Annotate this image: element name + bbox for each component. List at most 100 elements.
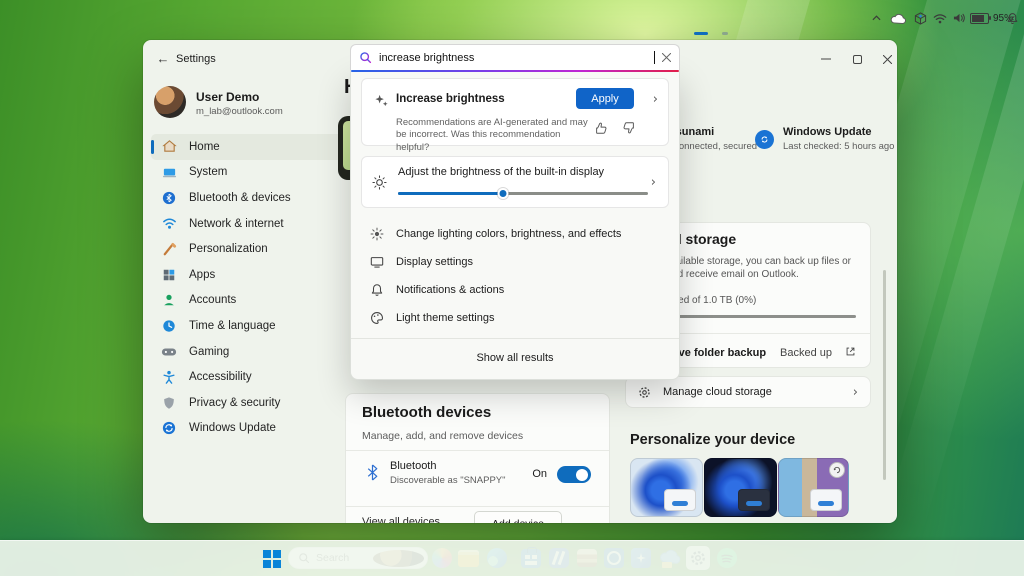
wifi-tray-icon[interactable] xyxy=(931,6,949,30)
windows-update-title: Windows Update xyxy=(783,126,872,138)
clear-search-icon[interactable] xyxy=(662,53,671,62)
maximize-button[interactable] xyxy=(846,50,868,68)
theme-thumbnail-dark[interactable] xyxy=(704,458,777,517)
start-button[interactable] xyxy=(260,547,284,571)
search-icon xyxy=(359,51,372,64)
apply-button[interactable]: Apply xyxy=(576,88,634,109)
tray-chevron-up-icon[interactable] xyxy=(868,6,884,30)
back-button[interactable]: ← xyxy=(153,49,173,69)
sidebar-item-accessibility[interactable]: Accessibility xyxy=(151,364,349,390)
divider xyxy=(351,338,679,339)
wifi-status: Connected, secured xyxy=(672,141,757,152)
slider-result-title: Adjust the brightness of the built-in di… xyxy=(398,166,604,178)
theme-thumbnail-spotlight[interactable] xyxy=(778,458,849,517)
thumbs-up-icon[interactable] xyxy=(594,121,608,135)
brightness-sun-icon xyxy=(372,175,387,190)
volume-tray-icon[interactable] xyxy=(950,6,968,30)
settings-search-input[interactable]: increase brightness xyxy=(350,44,680,70)
manage-cloud-storage-row[interactable]: Manage cloud storage › xyxy=(625,376,871,408)
windows-update-icon xyxy=(161,420,177,436)
profile-email: m_lab@outlook.com xyxy=(196,106,283,117)
sidebar-item-bluetooth-devices[interactable]: Bluetooth & devices xyxy=(151,185,349,211)
external-link-icon[interactable] xyxy=(845,346,856,357)
refresh-badge-icon xyxy=(829,462,845,478)
brightness-slider-card: Adjust the brightness of the built-in di… xyxy=(361,156,669,208)
sidebar-item-label: Privacy & security xyxy=(189,397,280,409)
sidebar-item-label: Time & language xyxy=(189,320,276,332)
scrollbar[interactable] xyxy=(883,270,886,480)
sidebar-item-apps[interactable]: Apps xyxy=(151,262,349,288)
result-lighting[interactable]: Change lighting colors, brightness, and … xyxy=(351,220,679,248)
mini-taskbar xyxy=(664,489,696,511)
bluetooth-subtitle: Manage, add, and remove devices xyxy=(362,430,523,442)
text-caret xyxy=(654,51,655,64)
sidebar-item-system[interactable]: System xyxy=(151,160,349,186)
ai-result-card: Increase brightness Apply › Recommendati… xyxy=(361,78,669,146)
chevron-right-icon[interactable]: › xyxy=(651,175,656,190)
lighting-icon xyxy=(369,227,384,241)
profile-name: User Demo xyxy=(196,90,259,104)
result-notifications[interactable]: Notifications & actions xyxy=(351,276,679,304)
bluetooth-toggle[interactable] xyxy=(557,466,591,483)
sidebar-item-label: Gaming xyxy=(189,346,229,358)
add-device-button[interactable]: Add device xyxy=(474,511,562,523)
view-all-devices-link[interactable]: View all devices xyxy=(362,516,440,523)
result-display-settings[interactable]: Display settings xyxy=(351,248,679,276)
bluetooth-icon xyxy=(366,464,379,481)
privacy-icon xyxy=(161,395,177,411)
theme-thumbnail-light[interactable] xyxy=(630,458,703,517)
sidebar-item-network-internet[interactable]: Network & internet xyxy=(151,211,349,237)
sidebar-item-time-language[interactable]: Time & language xyxy=(151,313,349,339)
display-icon xyxy=(369,255,384,269)
sidebar-item-label: Accessibility xyxy=(189,371,252,383)
divider xyxy=(346,506,609,507)
gaming-icon xyxy=(161,344,177,360)
slider-thumb[interactable] xyxy=(498,188,509,199)
security-tray-icon[interactable] xyxy=(910,6,930,30)
network-icon xyxy=(161,216,177,232)
home-icon xyxy=(161,139,177,155)
windows-logo-icon xyxy=(263,550,281,568)
result-label: Display settings xyxy=(396,256,473,268)
personalization-icon xyxy=(161,241,177,257)
notification-bell-icon[interactable] xyxy=(1002,6,1022,30)
windows-update-icon xyxy=(755,130,774,149)
sidebar-item-privacy-security[interactable]: Privacy & security xyxy=(151,390,349,416)
onedrive-tray-icon[interactable] xyxy=(888,6,908,30)
gear-icon xyxy=(638,386,651,399)
sidebar-item-home[interactable]: Home xyxy=(151,134,349,160)
sidebar-item-label: Accounts xyxy=(189,294,236,306)
sidebar-item-label: System xyxy=(189,166,227,178)
bluetooth-icon xyxy=(161,190,177,206)
avatar[interactable] xyxy=(154,86,186,118)
minimize-button[interactable] xyxy=(815,50,837,68)
sidebar-item-gaming[interactable]: Gaming xyxy=(151,339,349,365)
result-light-theme[interactable]: Light theme settings xyxy=(351,304,679,332)
bell-icon xyxy=(369,283,384,297)
battery-tray-icon[interactable] xyxy=(968,6,990,30)
chevron-right-icon[interactable]: › xyxy=(653,92,658,107)
brightness-slider[interactable] xyxy=(398,188,648,198)
bluetooth-row-subtitle: Discoverable as "SNAPPY" xyxy=(390,475,506,486)
time-language-icon xyxy=(161,318,177,334)
window-title: Settings xyxy=(176,53,216,65)
system-icon xyxy=(161,164,177,180)
thumbs-down-icon[interactable] xyxy=(622,121,636,135)
result-label: Change lighting colors, brightness, and … xyxy=(396,228,621,240)
sidebar-item-personalization[interactable]: Personalization xyxy=(151,236,349,262)
accessibility-icon xyxy=(161,369,177,385)
slider-fill xyxy=(398,192,503,195)
sidebar-item-label: Bluetooth & devices xyxy=(189,192,291,204)
active-app-indicator xyxy=(694,32,708,35)
manage-cloud-storage-label: Manage cloud storage xyxy=(663,386,841,398)
sidebar-item-windows-update[interactable]: Windows Update xyxy=(151,416,349,442)
result-links: Change lighting colors, brightness, and … xyxy=(351,220,679,332)
search-query-text: increase brightness xyxy=(379,52,649,64)
theme-palette-icon xyxy=(369,311,384,325)
bluetooth-heading: Bluetooth devices xyxy=(362,404,491,421)
accounts-icon xyxy=(161,292,177,308)
close-button[interactable] xyxy=(876,50,897,68)
sidebar-item-accounts[interactable]: Accounts xyxy=(151,288,349,314)
backup-status: Backed up xyxy=(780,347,832,359)
show-all-results-link[interactable]: Show all results xyxy=(351,352,679,364)
